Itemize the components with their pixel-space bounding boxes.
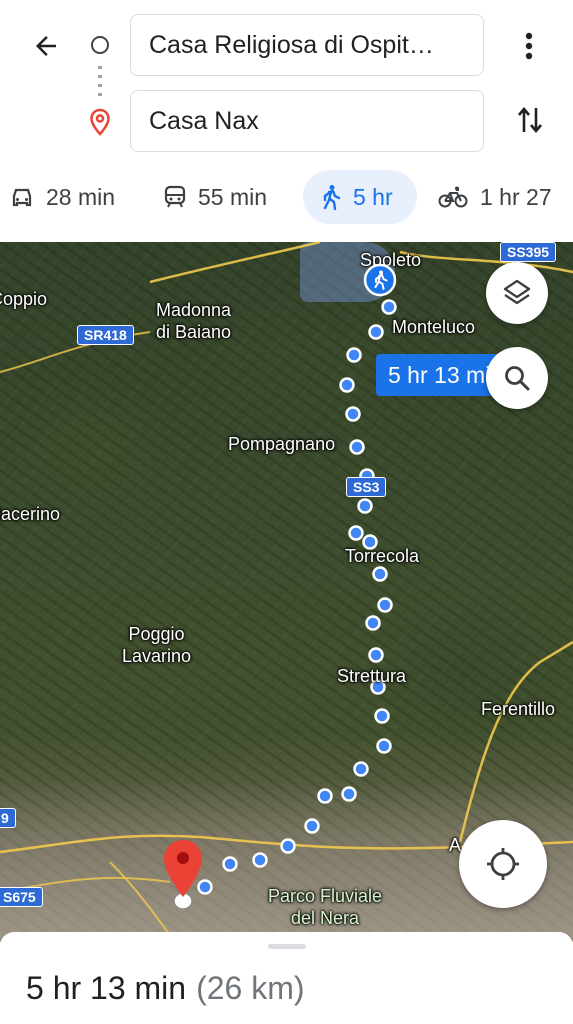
my-location-crosshair-icon [487,848,519,880]
road-label-sr418: SR418 [77,325,134,345]
place-madonna-di-baiano: Madonna di Baiano [156,299,231,343]
tab-cycling-label: 1 hr 27 [480,183,552,210]
route-dot [374,708,390,724]
place-coppio: Coppio [0,288,47,310]
route-dot [381,299,397,315]
search-icon [505,366,530,391]
place-monteluco: Monteluco [392,317,476,337]
road-label-edge: 9 [0,808,16,828]
tab-driving[interactable]: 28 min [10,170,115,224]
swap-vert-icon [518,106,542,134]
layers-button[interactable] [486,262,548,324]
swap-locations-button[interactable] [510,100,550,140]
route-dot [349,439,365,455]
place-arrone: A [449,835,462,855]
bike-icon [438,186,468,208]
place-ferentillo: Ferentillo [481,699,556,719]
route-dot [252,852,268,868]
my-location-button[interactable] [459,820,547,908]
tab-driving-label: 28 min [46,183,116,210]
walking-start-marker-icon [363,263,397,297]
place-madonna-text: Madonna di Baiano [156,300,232,342]
route-dot [339,377,355,393]
road-label-ss395: SS395 [500,242,557,262]
place-coppio-text: Coppio [0,289,48,309]
route-dot [357,498,373,514]
route-summary: 5 hr 13 min (26 km) [26,970,305,1007]
route-dot [317,788,333,804]
route-dot [376,738,392,754]
route-dot [365,615,381,631]
map-view[interactable]: SS395 SR418 SS3 S675 9 Spoleto Monteluco… [0,242,573,942]
route-dot [345,406,361,422]
route-dot [280,838,296,854]
place-torrecola: Torrecola [345,546,420,566]
destination-pin-icon [88,108,112,136]
route-dot [377,597,393,613]
place-pompagnano: Pompagnano [228,434,336,454]
place-poggio-text: Poggio Lavarino [122,624,192,666]
origin-circle-icon [91,36,109,54]
route-dot [346,347,362,363]
route-dot [341,786,357,802]
route-dot [304,818,320,834]
road-label-ss3: SS3 [346,477,387,497]
route-dot [368,324,384,340]
origin-field[interactable]: Casa Religiosa di Ospit… [130,14,484,76]
place-parco-fluviale: Parco Fluviale del Nera [268,885,382,929]
travel-mode-tabs: 28 min 55 min 5 hr 1 hr 27 [0,170,573,224]
more-vert-icon [525,32,533,60]
tab-cycling[interactable]: 1 hr 27 [438,170,552,224]
sheet-drag-handle[interactable] [268,944,306,949]
walk-icon [323,185,341,210]
route-summary-sheet[interactable]: 5 hr 13 min (26 km) [0,932,573,1024]
back-button[interactable] [26,26,66,66]
route-dot [348,525,364,541]
car-icon [12,188,32,207]
more-options-button[interactable] [514,26,544,66]
place-macerino: Macerino [0,503,60,525]
tab-walking-label: 5 hr [353,183,393,210]
tab-transit[interactable]: 55 min [164,170,267,224]
route-dot [372,566,388,582]
route-summary-duration: 5 hr 13 min [26,970,187,1006]
layers-icon [503,279,531,305]
route-summary-distance: (26 km) [196,970,305,1006]
tab-walking[interactable]: 5 hr [303,170,417,224]
place-poggio-lavarino: Poggio Lavarino [122,623,191,667]
route-dots-divider [98,66,102,96]
search-along-route-button[interactable] [486,347,548,409]
route-dot [222,856,238,872]
destination-marker-icon [164,840,202,910]
tab-transit-label: 55 min [198,183,268,210]
place-parco-text: Parco Fluviale del Nera [268,886,383,928]
directions-header: Casa Religiosa di Ospit… Casa Nax 28 min… [0,0,573,242]
road-label-s675: S675 [0,887,43,907]
train-icon [164,185,186,208]
route-dot [353,761,369,777]
route-dot [368,647,384,663]
arrow-back-icon [36,36,56,56]
place-macerino-text: Macerino [0,504,61,524]
place-strettura: Strettura [337,666,407,686]
destination-field[interactable]: Casa Nax [130,90,484,152]
